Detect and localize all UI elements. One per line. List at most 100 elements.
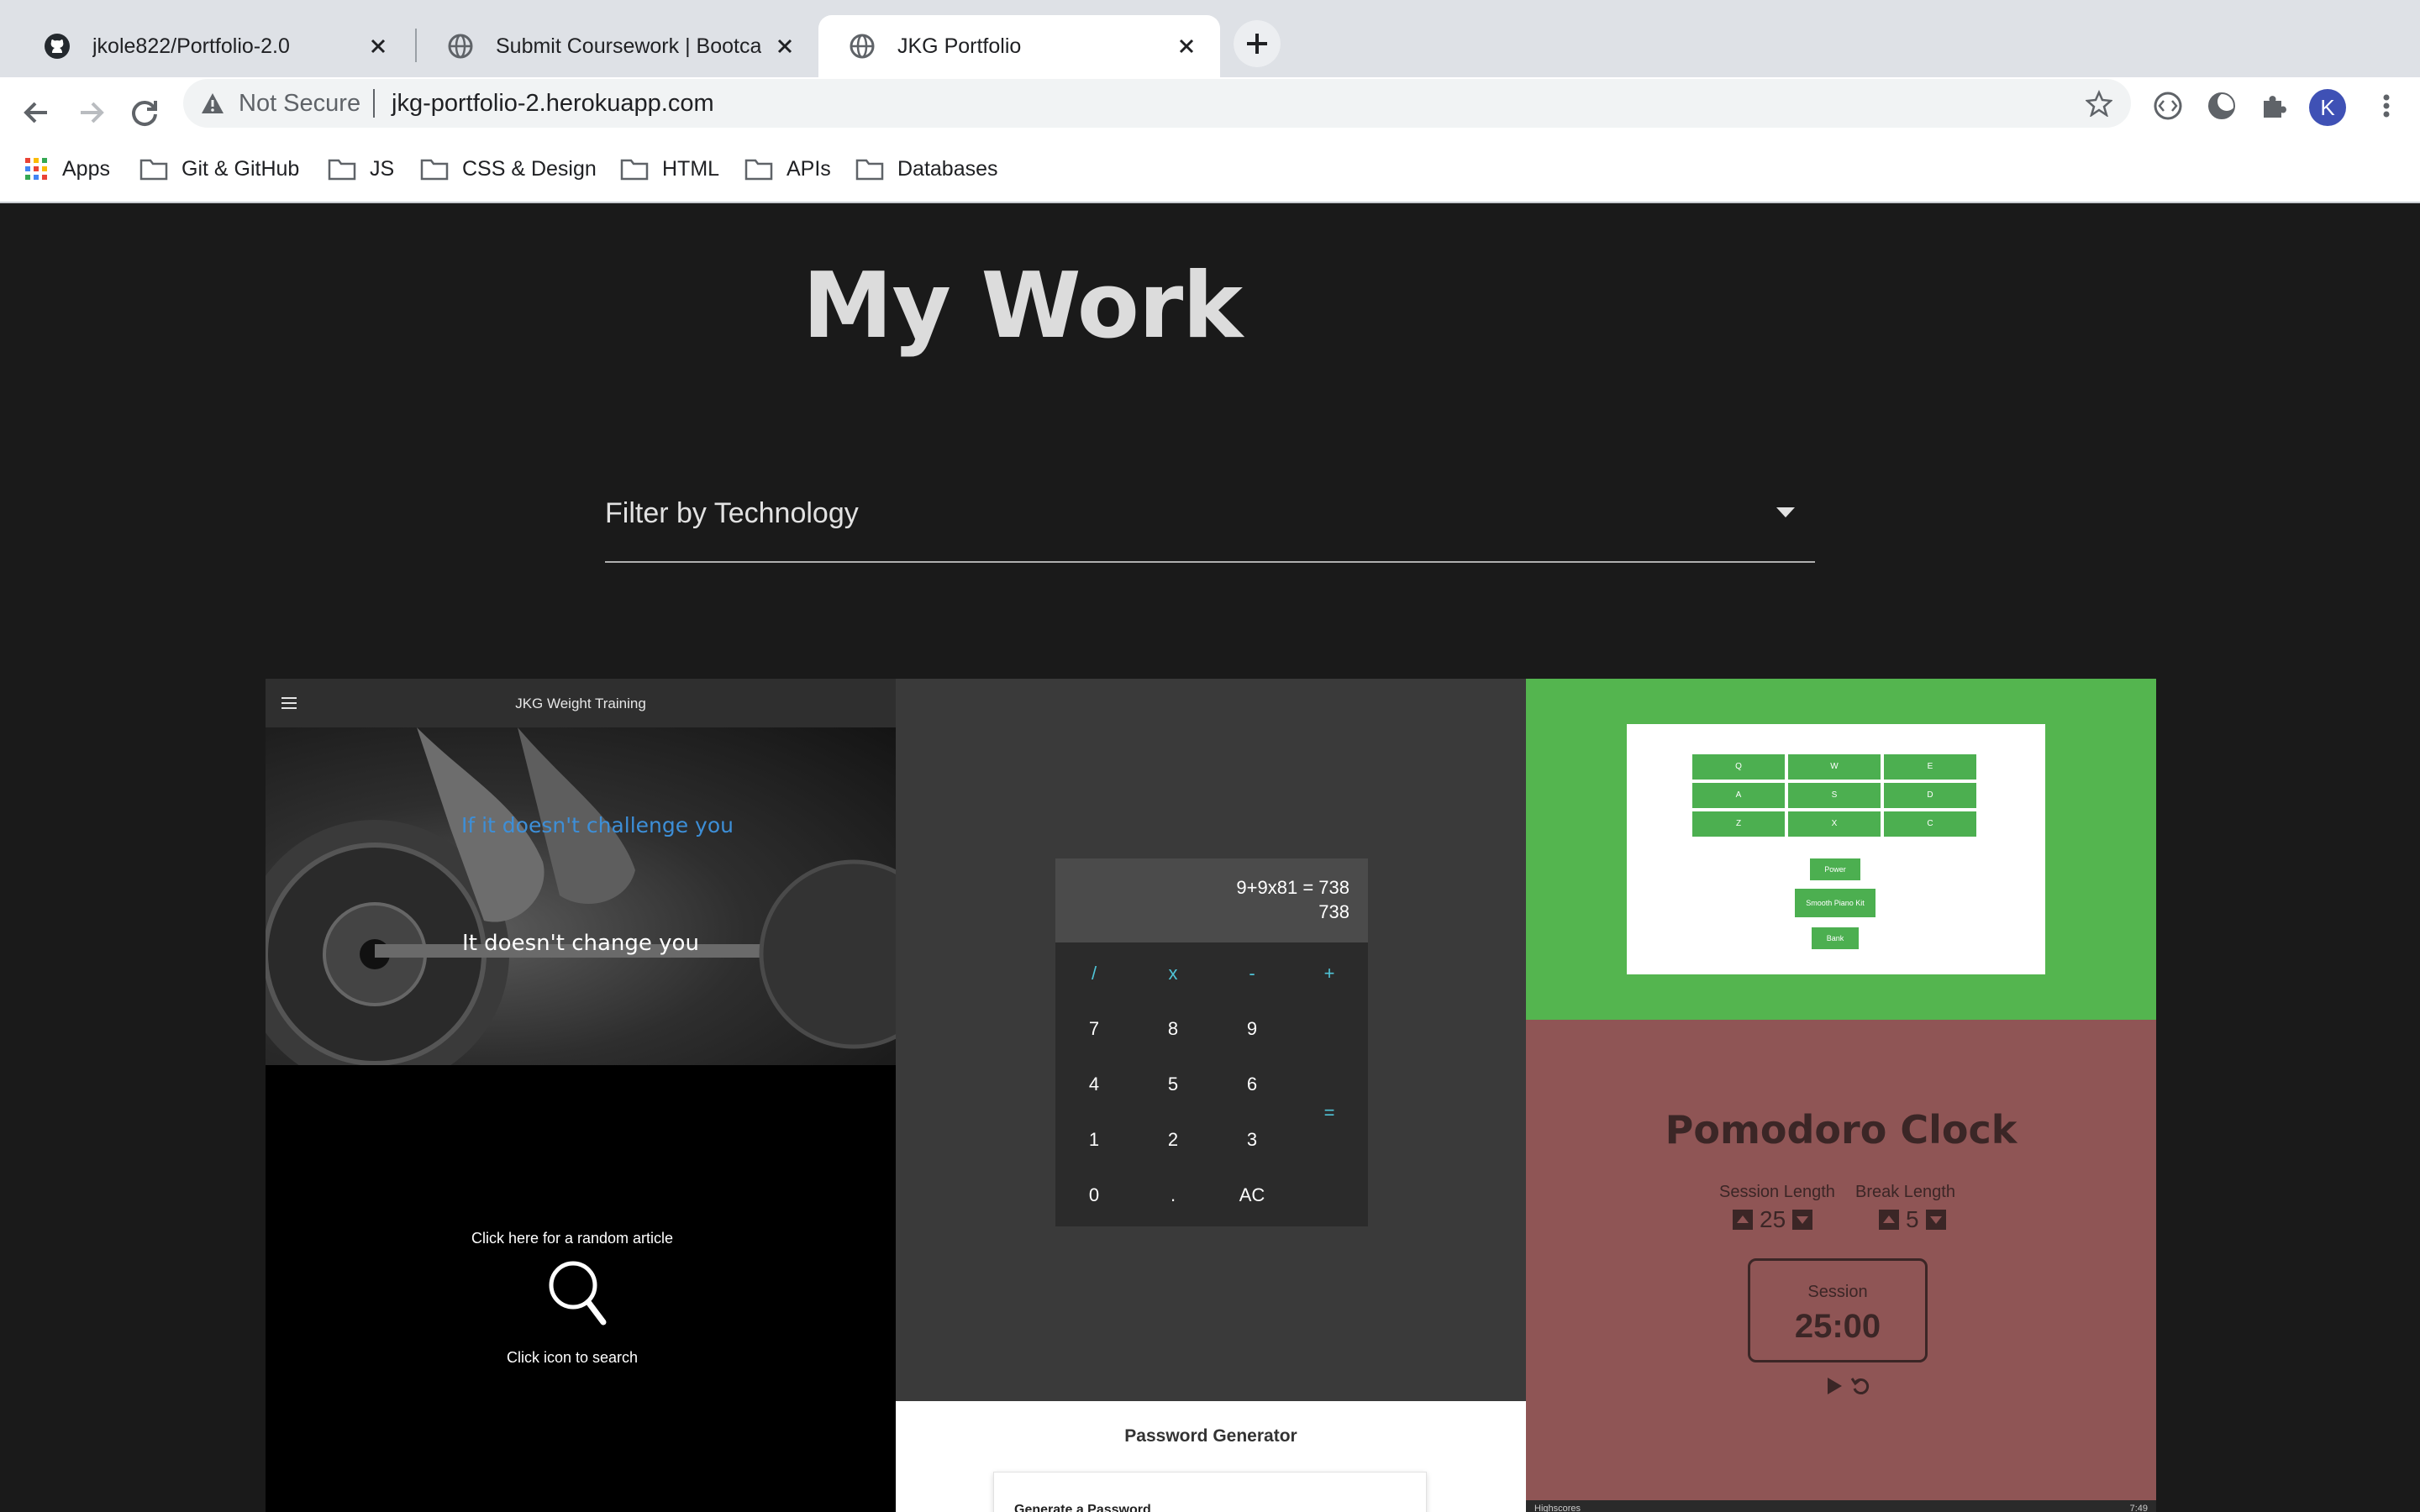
more-menu-icon[interactable]	[2370, 89, 2403, 123]
calc-key-0: 0	[1088, 1184, 1100, 1205]
barbell-plate-image	[266, 727, 896, 1065]
calc-key-3: 3	[1246, 1129, 1258, 1150]
calc-key-9: 9	[1246, 1018, 1258, 1039]
bookmark-label: HTML	[662, 156, 720, 181]
tab-coursework[interactable]: Submit Coursework | Bootcamp	[417, 15, 818, 77]
password-panel: Generate a Password	[993, 1472, 1427, 1512]
project-card-password-generator[interactable]: Password Generator Generate a Password	[896, 1401, 1526, 1512]
drum-power-button: Power	[1810, 858, 1860, 880]
bookmark-apps[interactable]: Apps	[24, 136, 110, 202]
bookmark-label: Apps	[62, 156, 110, 181]
security-label[interactable]: Not Secure	[239, 90, 360, 118]
increment-arrow-icon	[1879, 1210, 1899, 1230]
drum-pad: S	[1788, 783, 1881, 808]
dark-mode-icon[interactable]	[2205, 89, 2238, 123]
quote-line-2: It doesn't change you	[462, 931, 699, 956]
bookmark-folder-html[interactable]: HTML	[620, 136, 719, 202]
decrement-arrow-icon	[1925, 1210, 1946, 1230]
folder-icon	[420, 159, 449, 181]
calculator-widget: 9+9x81 = 738 738 / x - + 7 8 9 4 5 6 = 1…	[1055, 858, 1368, 1226]
url-text[interactable]: jkg-portfolio-2.herokuapp.com	[392, 90, 714, 118]
filter-label: Filter by Technology	[605, 497, 859, 529]
pomodoro-title: Pomodoro Clock	[1665, 1107, 2018, 1152]
tab-github[interactable]: jkole822/Portfolio-2.0	[13, 15, 412, 77]
bookmark-label: Databases	[897, 156, 998, 181]
calc-key-7: 7	[1088, 1018, 1100, 1039]
calc-key-dot: .	[1170, 1184, 1176, 1205]
calc-key-clear: AC	[1239, 1184, 1265, 1205]
break-length-value: 5	[1906, 1206, 1919, 1232]
tab-title: Submit Coursework | Bootcamp	[496, 34, 761, 58]
project-grid: JKG Weight Training If it doesn't challe…	[266, 679, 2156, 1512]
bookmark-folder-databases[interactable]: Databases	[855, 136, 998, 202]
session-length-label: Session Length	[1719, 1183, 1835, 1201]
project-card-calculator[interactable]: 9+9x81 = 738 738 / x - + 7 8 9 4 5 6 = 1…	[896, 679, 1526, 1401]
calculator-expression: 9+9x81 = 738	[1236, 877, 1349, 898]
drum-pad: X	[1788, 811, 1881, 837]
globe-icon	[850, 34, 875, 59]
break-length-control: 5	[1879, 1206, 1946, 1233]
bookmark-folder-css[interactable]: CSS & Design	[420, 136, 597, 202]
password-panel-heading: Generate a Password	[1014, 1503, 1151, 1512]
calc-key-8: 8	[1167, 1018, 1179, 1039]
bookmark-folder-git[interactable]: Git & GitHub	[139, 136, 299, 202]
browser-tab-strip: jkole822/Portfolio-2.0 Submit Coursework…	[0, 0, 2420, 77]
calc-key-4: 4	[1088, 1074, 1100, 1095]
drum-pad: Z	[1692, 811, 1785, 837]
forward-icon[interactable]	[69, 91, 113, 134]
random-article-text: Click here for a random article	[471, 1230, 674, 1247]
calc-key-equals: =	[1323, 1102, 1335, 1123]
drum-pad: Q	[1692, 754, 1785, 780]
extension-code-icon[interactable]	[2151, 89, 2185, 123]
project-card-weight-training[interactable]: JKG Weight Training If it doesn't challe…	[266, 679, 896, 1065]
calculator-result: 738	[1318, 901, 1349, 922]
extensions-puzzle-icon[interactable]	[2257, 89, 2291, 123]
bookmark-star-icon[interactable]	[2086, 90, 2112, 117]
drum-pad: A	[1692, 783, 1785, 808]
drum-pad: C	[1884, 811, 1976, 837]
technology-filter-select[interactable]: Filter by Technology	[605, 491, 1815, 563]
tab-title: JKG Portfolio	[897, 34, 1022, 58]
project-card-pomodoro[interactable]: Pomodoro Clock Session Length Break Leng…	[1526, 1020, 2156, 1512]
address-divider	[373, 89, 375, 118]
bookmark-folder-js[interactable]: JS	[328, 136, 394, 202]
drum-machine-widget: Q W E A S D Z X C Power Smooth Piano Kit…	[1627, 724, 2045, 974]
increment-arrow-icon	[1733, 1210, 1753, 1230]
bookmark-label: APIs	[786, 156, 831, 181]
tab-jkg-portfolio[interactable]: JKG Portfolio	[818, 15, 1220, 77]
folder-icon	[855, 159, 884, 181]
bookmark-label: JS	[370, 156, 395, 181]
folder-icon	[328, 159, 356, 181]
session-length-value: 25	[1760, 1206, 1786, 1232]
password-generator-title: Password Generator	[1124, 1426, 1297, 1446]
globe-icon	[448, 34, 473, 59]
reload-icon[interactable]	[123, 91, 166, 134]
drum-kit-display: Smooth Piano Kit	[1795, 889, 1876, 917]
bookmark-label: CSS & Design	[462, 156, 597, 181]
project-header-title: JKG Weight Training	[515, 696, 646, 711]
project-card-wiki-viewer[interactable]: Click here for a random article Click ic…	[266, 1065, 896, 1512]
close-icon[interactable]	[771, 33, 798, 60]
calculator-display: 9+9x81 = 738 738	[1055, 858, 1368, 942]
profile-avatar[interactable]: K	[2309, 89, 2346, 126]
warning-icon[interactable]	[200, 92, 225, 115]
timer-label: Session	[1807, 1283, 1868, 1301]
new-tab-icon[interactable]	[1234, 20, 1281, 67]
close-icon[interactable]	[365, 33, 392, 60]
bookmark-folder-apis[interactable]: APIs	[744, 136, 831, 202]
project-card-drum-machine[interactable]: Q W E A S D Z X C Power Smooth Piano Kit…	[1526, 679, 2156, 1020]
drum-pad: E	[1884, 754, 1976, 780]
dropdown-arrow-icon	[1776, 507, 1795, 517]
search-hint-text: Click icon to search	[506, 1349, 639, 1366]
calc-key-2: 2	[1167, 1129, 1179, 1150]
drum-bank-button: Bank	[1812, 927, 1859, 949]
address-bar[interactable]: Not Secure jkg-portfolio-2.herokuapp.com	[183, 79, 2131, 128]
break-length-label: Break Length	[1855, 1183, 1955, 1201]
highscores-label: Highscores	[1534, 1504, 1581, 1512]
bookmarks-bar: Apps Git & GitHub JS CSS & Design HTML A…	[0, 136, 2420, 202]
back-icon[interactable]	[15, 91, 59, 134]
timer-display: Session 25:00	[1748, 1258, 1928, 1362]
project-navbar: JKG Weight Training	[266, 679, 896, 727]
close-icon[interactable]	[1173, 33, 1200, 60]
browser-toolbar: Not Secure jkg-portfolio-2.herokuapp.com…	[0, 77, 2420, 203]
